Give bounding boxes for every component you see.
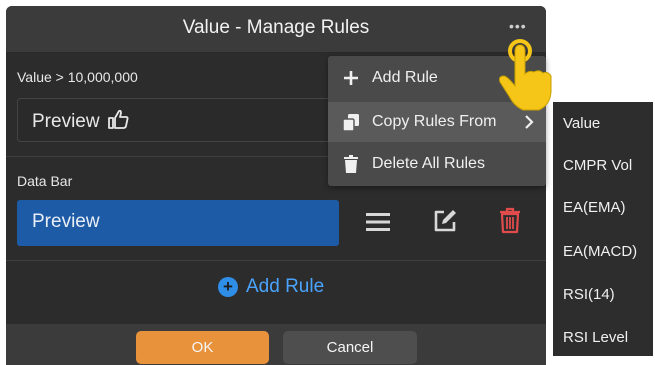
rule-2-preview[interactable]: Preview [17, 200, 339, 246]
submenu-item[interactable]: CMPR Vol [563, 157, 632, 174]
menu-item-label: Add Rule [372, 69, 438, 86]
menu-item-delete-all-rules[interactable]: Delete All Rules [328, 144, 546, 184]
submenu-item[interactable]: RSI(14) [563, 286, 615, 303]
dialog-titlebar: Value - Manage Rules ••• [6, 6, 546, 53]
hamburger-icon[interactable] [365, 211, 391, 233]
cancel-button[interactable]: Cancel [283, 331, 417, 364]
thumbs-up-icon [107, 109, 129, 129]
copy-icon [342, 114, 359, 132]
dialog-footer: OK Cancel [6, 324, 546, 365]
submenu-item[interactable]: EA(MACD) [563, 243, 637, 260]
submenu-item[interactable]: Value [563, 115, 600, 132]
menu-item-label: Delete All Rules [372, 155, 485, 172]
submenu-item[interactable]: RSI Level [563, 329, 628, 346]
add-rule-label: Add Rule [246, 276, 325, 297]
chevron-right-icon [525, 115, 534, 129]
edit-icon[interactable] [432, 208, 458, 234]
trash-icon[interactable] [499, 207, 521, 234]
plus-circle-icon: + [218, 277, 238, 297]
menu-item-label: Copy Rules From [372, 113, 497, 130]
rule-1-condition: Value > 10,000,000 [17, 69, 138, 85]
dialog-title: Value - Manage Rules [182, 17, 370, 38]
ok-button[interactable]: OK [136, 331, 269, 364]
add-rule-button[interactable]: + Add Rule [218, 276, 324, 298]
plus-icon [344, 71, 358, 85]
rule-1-preview-label: Preview [32, 111, 100, 132]
trash-icon [344, 155, 358, 173]
rule-divider [6, 260, 546, 261]
rule-2-condition: Data Bar [17, 173, 73, 189]
copy-rules-submenu: Value CMPR Vol EA(EMA) EA(MACD) RSI(14) … [553, 102, 653, 356]
rule-1-preview[interactable]: Preview [17, 98, 337, 142]
pointer-hand-icon [499, 39, 552, 111]
submenu-item[interactable]: EA(EMA) [563, 199, 626, 216]
